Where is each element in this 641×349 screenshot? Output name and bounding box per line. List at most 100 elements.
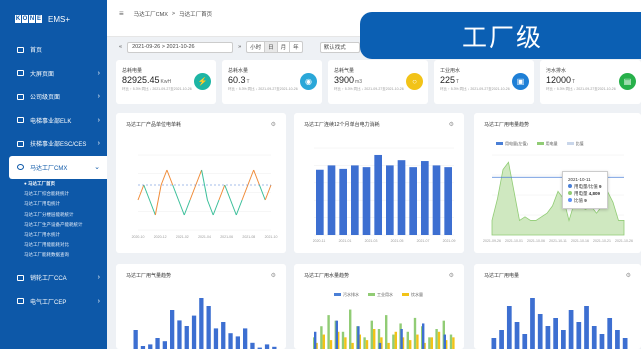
submenu: ● 马达工厂首页 马达工厂综合能耗统计 马达工厂用电统计 马达工厂分楼层能耗统计… [0,179,107,260]
submenu-item[interactable]: 马达工厂用电统计 [24,199,107,209]
bar-industrial [370,320,373,349]
bar [397,160,406,235]
kpi-card-gas: 总耗气量 3900m3 环比 ↑ 5.3% 同比 ↓ 2021-09-27至20… [328,60,428,104]
bar-drinking [409,340,412,349]
bar-drinking [452,337,455,349]
sidebar-item-dashboard[interactable]: 大屏页面 › [0,62,107,86]
series-line-segment [178,199,185,216]
prev-range-button[interactable]: « [119,44,122,50]
granularity-hour[interactable]: 小时 [247,42,264,52]
granularity-month[interactable]: 月 [276,42,290,52]
bar [362,167,371,235]
bar [191,315,197,349]
bar [339,168,347,235]
bar-industrial [428,337,431,349]
bar [206,306,211,349]
submenu-item[interactable]: 马达工厂分楼层能耗统计 [24,209,107,219]
gear-icon[interactable]: ⚙ [449,272,454,279]
gear-icon[interactable]: ⚙ [449,121,454,128]
sidebar-item-esc[interactable]: 扶梯事业部ESC/CES › [0,132,107,156]
plug-icon [17,298,24,304]
bar [506,306,512,349]
chevron-right-icon: › [97,116,100,124]
water-drop-icon: ◉ [300,73,317,90]
factory-icon [17,164,24,171]
bar [316,169,324,235]
granularity-year[interactable]: 年 [289,42,302,52]
bar-sewage [400,329,403,349]
sidebar: KONE EMS+ 首页 大屏页面 › 公司级页面 › 电梯事业部ELK › 扶梯事业… [0,0,107,349]
x-tick-label: 2021-10-21 [593,239,611,243]
bar [170,310,175,349]
mode-select[interactable]: 默认找式 [319,41,360,53]
series-line-segment [183,199,191,216]
chart-title: 马达工厂连续12个月单台电力消耗 [304,122,380,128]
bar-industrial [435,329,438,349]
sidebar-item-company[interactable]: 公司级页面 › [0,85,107,109]
submenu-item[interactable]: 马达工厂用水统计 [24,229,107,239]
bar [243,328,248,349]
app-name: EMS+ [48,14,71,24]
next-range-button[interactable]: » [238,44,241,50]
sidebar-item-home[interactable]: 首页 [0,38,107,62]
gear-icon[interactable]: ⚙ [271,272,276,279]
bar [351,165,359,235]
escalator-icon [17,140,24,147]
bar-sewage [357,326,360,349]
sidebar-item-cmx[interactable]: 马达工厂CMX ⌄ [9,155,107,179]
series-line-segment [160,169,168,186]
chart-svg: 2020-10 2020-12 2021-02 2021-04 2021-06 2021-… [132,154,278,239]
x-tick-label: 2021-10 [265,235,278,239]
granularity-toggle: 小时 日 月 年 [246,41,303,53]
gear-icon[interactable]: ⚙ [626,272,631,279]
bar [199,298,204,349]
sidebar-item-elk[interactable]: 电梯事业部ELK › [0,109,107,133]
submenu-item[interactable]: 马达工厂能耗数据查询 [24,250,107,260]
submenu-item[interactable]: 马达工厂用能能耗对比 [24,240,107,250]
bar [444,167,452,235]
kone-logo: KONE [15,15,42,23]
x-tick-label: 2020-10 [132,235,145,239]
kpi-card-electricity: 总耗电量 82925.45KwH 环比 ↑ 5.3% 同比 ↓ 2021-09-… [116,60,216,104]
bar-drinking [430,337,433,349]
gear-icon[interactable]: ⚙ [271,121,276,128]
x-tick-label: 2021-10-11 [549,239,567,243]
chart-title: 马达工厂用电量趋势 [484,122,530,128]
submenu-item[interactable]: 马达工厂综合能耗统计 [24,189,107,199]
chart-card-monthly-power: 2020-11 2021-01 2021-03 2021-05 2021-07 2021-… [294,113,464,253]
lightning-icon: ⚡ [194,73,211,90]
kpi-card-water: 总耗水量 60.3T 环比 ↑ 5.3% 同比 ↓ 2021-09-27至202… [222,60,322,104]
bar [264,344,270,349]
submenu-item[interactable]: 马达工厂生产设备产能耗统计 [24,219,107,229]
bar [327,165,336,235]
x-tick-label: 2021-03 [365,239,378,243]
menu-toggle-icon[interactable]: ≡ [119,10,124,18]
bar-drinking [344,337,347,349]
gear-icon [17,274,24,281]
breadcrumb-item[interactable]: 马达工厂CMX [134,10,168,18]
bar-industrial [413,317,417,349]
home-icon [17,46,24,53]
bar-drinking [351,342,354,349]
bar [221,322,226,349]
monitor-icon [17,70,24,77]
x-tick-label: 2021-06 [220,235,233,239]
x-tick-label: 2021-10-16 [571,239,589,243]
sidebar-item-cca[interactable]: 销轮工厂CCA › [0,266,107,290]
date-range-picker[interactable]: 2021-09-26 > 2021-10-26 [127,41,234,53]
submenu-item[interactable]: ● 马达工厂首页 [24,179,107,189]
bar [184,326,189,349]
bar [421,161,429,235]
bar-industrial [320,326,323,349]
chart-title: 马达工厂用电量 [484,273,520,279]
series-line-segment [154,184,162,216]
bar [162,341,167,349]
granularity-day[interactable]: 日 [264,42,277,52]
sidebar-item-cep[interactable]: 电气工厂CEP › [0,289,107,313]
filter-bar: « 2021-09-26 > 2021-10-26 » 小时 日 月 年 默认找… [119,39,360,55]
bar [599,334,605,349]
chevron-down-icon: ⌄ [94,164,100,172]
bar-sewage [422,323,425,349]
x-tick-label: 2021-10-06 [527,239,545,243]
gas-icon: ○ [406,73,423,90]
